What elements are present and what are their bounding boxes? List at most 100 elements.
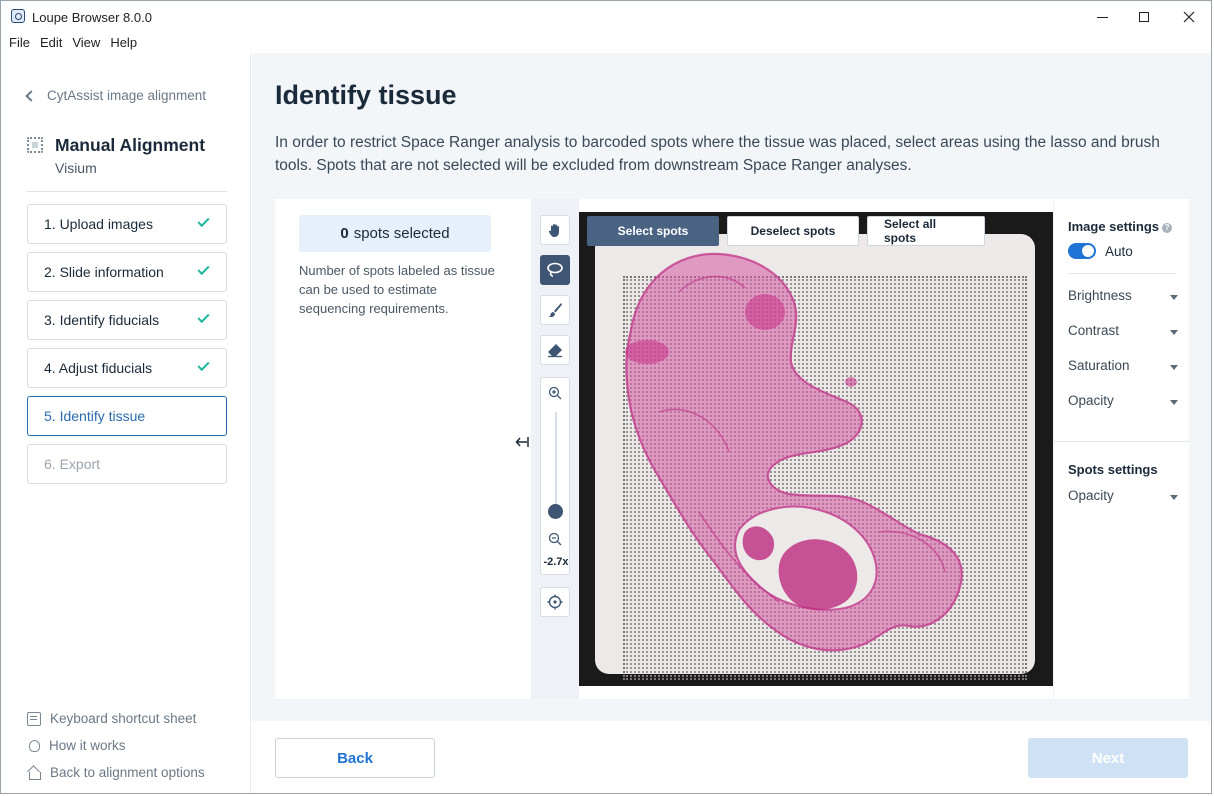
title-bar: Loupe Browser 8.0.0	[1, 1, 1211, 33]
spots-help-text: Number of spots labeled as tissue can be…	[299, 263, 495, 316]
control-label: Brightness	[1068, 288, 1132, 303]
zoom-slider-handle[interactable]	[548, 504, 563, 519]
collapse-left-icon	[515, 437, 529, 447]
contrast-dropdown[interactable]: Contrast	[1068, 323, 1178, 343]
zoom-level-readout: -2.7x	[543, 556, 569, 568]
home-icon	[27, 766, 41, 780]
auto-toggle[interactable]	[1068, 243, 1096, 259]
step-label: 5. Identify tissue	[44, 408, 146, 424]
crosshair-icon	[547, 594, 563, 610]
eraser-icon	[548, 344, 562, 358]
selection-mode-tabs: Select spots Deselect spots Select all s…	[587, 216, 985, 246]
caret-down-icon	[1170, 495, 1178, 500]
hand-icon	[548, 224, 559, 237]
image-settings-heading: Image settings?	[1068, 219, 1173, 234]
step-slide-information[interactable]: 2. Slide information	[27, 252, 227, 292]
checkmark-icon	[197, 214, 210, 228]
tab-select-spots[interactable]: Select spots	[587, 216, 719, 246]
step-label: 2. Slide information	[44, 264, 164, 280]
checkmark-icon	[197, 358, 210, 372]
menu-help[interactable]: Help	[105, 33, 142, 53]
select-all-spots-button[interactable]: Select all spots	[867, 216, 985, 246]
settings-panel: Image settings? Auto Brightness Contrast…	[1053, 199, 1190, 699]
spots-summary-panel: 0 spots selected Number of spots labeled…	[275, 199, 515, 699]
back-link-label: CytAssist image alignment	[47, 88, 207, 103]
settings-divider	[1054, 441, 1190, 442]
step-identify-fiducials[interactable]: 3. Identify fiducials	[27, 300, 227, 340]
back-button[interactable]: Back	[275, 738, 435, 778]
menu-view[interactable]: View	[67, 33, 105, 53]
saturation-dropdown[interactable]: Saturation	[1068, 358, 1178, 378]
help-icon[interactable]: ?	[1162, 223, 1173, 233]
step-list: 1. Upload images 2. Slide information 3.…	[27, 204, 227, 492]
close-icon	[1183, 11, 1195, 23]
spots-count: 0	[340, 225, 349, 242]
caret-down-icon	[1170, 295, 1178, 300]
eraser-tool-button[interactable]	[540, 335, 570, 365]
auto-toggle-label: Auto	[1105, 244, 1133, 259]
step-label: 4. Adjust fiducials	[44, 360, 153, 376]
image-opacity-dropdown[interactable]: Opacity	[1068, 393, 1178, 413]
menu-file[interactable]: File	[1, 33, 35, 53]
caret-down-icon	[1170, 400, 1178, 405]
main-content: Identify tissue In order to restrict Spa…	[252, 53, 1211, 793]
menu-edit[interactable]: Edit	[35, 33, 67, 53]
back-to-cytassist-link[interactable]: CytAssist image alignment	[25, 88, 207, 103]
step-adjust-fiducials[interactable]: 4. Adjust fiducials	[27, 348, 227, 388]
step-label: 3. Identify fiducials	[44, 312, 160, 328]
footer-link-label: Keyboard shortcut sheet	[50, 711, 197, 726]
checkmark-icon	[197, 262, 210, 276]
collapse-panel-handle[interactable]	[515, 435, 529, 452]
control-label: Contrast	[1068, 323, 1120, 338]
app-window: Loupe Browser 8.0.0 File Edit View Help …	[0, 0, 1212, 794]
maximize-button[interactable]	[1121, 1, 1167, 33]
app-logo-icon	[11, 9, 25, 23]
caret-down-icon	[1170, 330, 1178, 335]
menu-bar: File Edit View Help	[1, 33, 1211, 53]
close-button[interactable]	[1166, 1, 1211, 33]
settings-divider	[1068, 273, 1176, 274]
minimize-icon	[1096, 16, 1108, 18]
workspace-panel: 0 spots selected Number of spots labeled…	[275, 199, 1190, 699]
tab-deselect-spots[interactable]: Deselect spots	[727, 216, 859, 246]
wizard-footer: Back Next	[252, 721, 1211, 793]
control-label: Saturation	[1068, 358, 1130, 373]
zoom-out-icon[interactable]	[548, 532, 562, 546]
brush-icon	[548, 303, 562, 318]
zoom-in-icon[interactable]	[548, 386, 562, 400]
back-to-alignment-options-link[interactable]: Back to alignment options	[27, 759, 205, 786]
page-description: In order to restrict Space Ranger analys…	[275, 134, 1160, 174]
section-subtitle: Visium	[55, 160, 97, 176]
keyboard-shortcut-link[interactable]: Keyboard shortcut sheet	[27, 705, 205, 732]
spots-selected-badge: 0 spots selected	[299, 215, 491, 252]
spots-opacity-dropdown[interactable]: Opacity	[1068, 488, 1178, 508]
page-title: Identify tissue	[275, 80, 457, 110]
spots-label: spots selected	[353, 225, 450, 242]
minimize-button[interactable]	[1079, 1, 1125, 33]
caret-down-icon	[1170, 365, 1178, 370]
tissue-image-viewer[interactable]: Select spots Deselect spots Select all s…	[579, 212, 1053, 686]
how-it-works-link[interactable]: How it works	[27, 732, 205, 759]
brightness-dropdown[interactable]: Brightness	[1068, 288, 1178, 308]
recenter-button[interactable]	[540, 587, 570, 617]
sidebar: CytAssist image alignment Manual Alignme…	[1, 53, 251, 793]
zoom-slider-track[interactable]	[555, 412, 557, 512]
keyboard-icon	[27, 711, 41, 726]
control-label: Opacity	[1068, 393, 1114, 408]
pan-tool-button[interactable]	[540, 215, 570, 245]
maximize-icon	[1139, 12, 1149, 22]
image-settings-title: Image settings	[1068, 219, 1160, 234]
lasso-icon	[547, 262, 563, 277]
sidebar-footer-links: Keyboard shortcut sheet How it works Bac…	[27, 705, 205, 786]
chevron-left-icon	[25, 89, 37, 102]
tissue-section-image	[625, 252, 963, 652]
lasso-tool-button[interactable]	[540, 255, 570, 285]
step-export: 6. Export	[27, 444, 227, 484]
step-identify-tissue[interactable]: 5. Identify tissue	[27, 396, 227, 436]
lightbulb-icon	[29, 739, 40, 752]
brush-tool-button[interactable]	[540, 295, 570, 325]
step-upload-images[interactable]: 1. Upload images	[27, 204, 227, 244]
footer-link-label: How it works	[49, 738, 126, 753]
next-button[interactable]: Next	[1028, 738, 1188, 778]
manual-alignment-icon	[27, 137, 43, 153]
